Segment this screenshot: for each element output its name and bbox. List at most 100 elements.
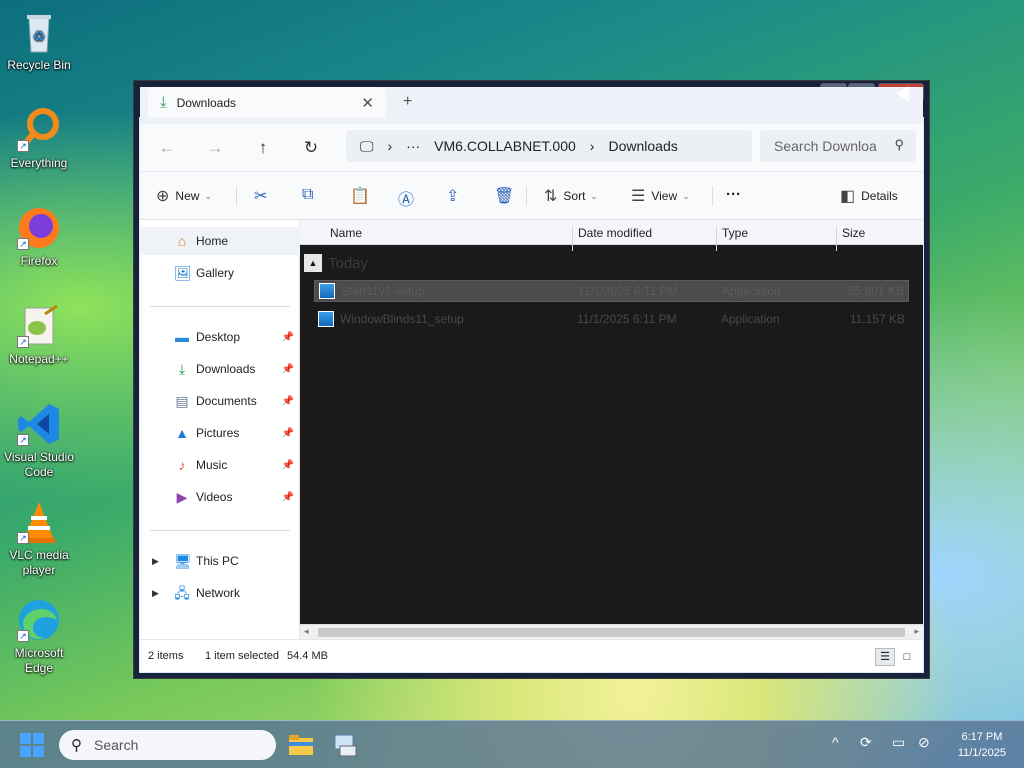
breadcrumb[interactable]: 🖵 › ··· VM6.COLLABNET.000 › Downloads — [346, 130, 752, 162]
breadcrumb-item[interactable]: Downloads — [608, 138, 677, 154]
shortcut-arrow-icon: ↗ — [17, 630, 29, 642]
new-button[interactable]: ⊕ New ⌄ — [156, 186, 212, 206]
file-explorer-taskbar-button[interactable] — [288, 732, 314, 758]
scroll-right-icon[interactable]: ▸ — [914, 626, 919, 637]
windows-logo-icon — [33, 733, 44, 744]
scroll-left-icon[interactable]: ◂ — [304, 626, 309, 637]
paste-button[interactable]: 📋 — [350, 186, 376, 206]
share-button[interactable]: ⇪ — [446, 186, 465, 206]
pin-icon[interactable]: 📌 — [282, 332, 294, 343]
copy-icon: ⧉ — [302, 186, 314, 203]
chevron-down-icon: ⌄ — [682, 190, 690, 201]
show-hidden-icons-button[interactable]: ^ — [832, 734, 839, 750]
sidebar-item-home[interactable]: ⌂ Home — [140, 227, 300, 255]
column-header-date[interactable]: Date modified — [578, 226, 652, 240]
windows-logo-icon — [33, 746, 44, 757]
group-header-today[interactable]: ▲ Today — [304, 254, 368, 272]
sidebar-item-gallery[interactable]: 🖼 Gallery — [140, 259, 300, 287]
pictures-icon: ▲ — [175, 425, 189, 441]
download-icon: ⤓ — [178, 361, 186, 377]
search-input[interactable]: Search Downloa ⚲ — [760, 130, 916, 162]
sidebar-item-videos[interactable]: ▶ Videos 📌 — [140, 483, 300, 511]
sidebar-item-desktop[interactable]: ▬ Desktop 📌 — [140, 323, 300, 351]
scrollbar-thumb[interactable] — [318, 628, 905, 637]
copy-button[interactable]: ⧉ — [302, 186, 319, 204]
windows-logo-icon — [20, 733, 31, 744]
folder-icon — [289, 735, 313, 755]
tiles-view-button[interactable]: □ — [897, 648, 917, 666]
installer-taskbar-button[interactable] — [332, 732, 358, 758]
taskbar: ⚲ Search ^ ⟳ ▭ ⊘ 6:17 PM 11/1/2025 — [0, 720, 1024, 768]
tab-downloads[interactable]: ⤓ Downloads ✕ — [148, 87, 386, 118]
computer-icon: 🖥 — [174, 553, 192, 569]
collapse-icon[interactable]: ▲ — [304, 254, 322, 272]
column-header-name[interactable]: Name — [330, 226, 362, 240]
item-count: 2 items — [148, 650, 184, 662]
refresh-button[interactable]: ↻ — [300, 137, 322, 159]
taskbar-clock[interactable]: 6:17 PM 11/1/2025 — [958, 729, 1006, 761]
divider — [150, 306, 290, 307]
view-label: View — [651, 189, 678, 203]
start-button[interactable] — [20, 733, 44, 757]
breadcrumb-overflow[interactable]: ··· — [406, 138, 420, 154]
back-button[interactable]: ← — [156, 137, 178, 159]
file-row[interactable]: Start11v2-setup 11/1/2025 6:11 PM Applic… — [314, 280, 909, 302]
sidebar-item-network[interactable]: ▶ 🖧 Network — [140, 579, 300, 607]
forward-button[interactable]: → — [204, 137, 226, 159]
sidebar-item-pictures[interactable]: ▲ Pictures 📌 — [140, 419, 300, 447]
details-pane-icon: ◧ — [840, 188, 856, 205]
network-disconnected-icon[interactable]: ⊘ — [918, 734, 930, 751]
desktop-icon-firefox[interactable]: ↗ Firefox — [2, 204, 76, 269]
taskbar-search-box[interactable]: ⚲ Search — [59, 730, 276, 760]
pin-icon[interactable]: 📌 — [282, 492, 294, 503]
chevron-right-icon[interactable]: ▶ — [152, 556, 159, 567]
more-options-button[interactable]: ··· — [726, 186, 741, 203]
pin-icon[interactable]: 📌 — [282, 396, 294, 407]
rename-button[interactable]: Ⓐ — [398, 186, 420, 210]
desktop-icon-vlc[interactable]: ↗ VLC media player — [2, 498, 76, 578]
sidebar-item-downloads[interactable]: ⤓ Downloads 📌 — [140, 355, 300, 383]
delete-button[interactable]: 🗑 — [494, 186, 520, 206]
sidebar-item-documents[interactable]: ▤ Documents 📌 — [140, 387, 300, 415]
horizontal-scrollbar[interactable]: ◂ ▸ — [300, 624, 923, 639]
file-row[interactable]: WindowBlinds11_setup 11/1/2025 6:11 PM A… — [314, 308, 909, 330]
gallery-icon: 🖼 — [174, 265, 192, 281]
tab-close-icon[interactable]: ✕ — [361, 94, 374, 112]
new-tab-button[interactable]: + — [403, 93, 412, 111]
desktop-icon-everything[interactable]: ↗ Everything — [2, 106, 76, 171]
download-icon: ⤓ — [160, 94, 167, 111]
monitor-icon: 🖵 — [360, 137, 374, 154]
chevron-right-icon[interactable]: ▶ — [152, 588, 159, 599]
display-icon[interactable]: ▭ — [892, 734, 905, 751]
sidebar-item-label: Documents — [196, 394, 257, 408]
column-divider[interactable] — [572, 226, 573, 251]
column-header-type[interactable]: Type — [722, 226, 748, 240]
breadcrumb-item[interactable]: VM6.COLLABNET.000 — [434, 138, 576, 154]
chevron-down-icon: ⌄ — [590, 190, 598, 201]
desktop-icon-vscode[interactable]: ↗ Visual Studio Code — [2, 400, 76, 480]
sidebar-item-this-pc[interactable]: ▶ 🖥 This PC — [140, 547, 300, 575]
sidebar-item-music[interactable]: ♪ Music 📌 — [140, 451, 300, 479]
details-pane-button[interactable]: ◧ Details — [840, 186, 898, 206]
column-divider[interactable] — [716, 226, 717, 251]
desktop-icon-recycle-bin[interactable]: ♻ Recycle Bin — [2, 8, 76, 73]
details-label: Details — [861, 189, 898, 203]
desktop-icon-notepadpp[interactable]: ↗ Notepad++ — [2, 302, 76, 367]
cut-button[interactable]: ✂ — [254, 186, 273, 206]
scissors-icon: ✂ — [254, 188, 268, 205]
document-icon: ▤ — [175, 393, 189, 409]
pin-icon[interactable]: 📌 — [282, 460, 294, 471]
search-icon: ⚲ — [894, 137, 904, 152]
file-explorer-window: — □ ✕ ⤓ Downloads ✕ + ← → ↑ ↻ 🖵 › ··· VM… — [133, 80, 930, 679]
up-button[interactable]: ↑ — [252, 137, 274, 159]
view-button[interactable]: ☰ View ⌄ — [631, 186, 690, 206]
details-view-button[interactable]: ☰ — [875, 648, 895, 666]
column-header-size[interactable]: Size — [842, 226, 865, 240]
sort-button[interactable]: ⇅ Sort ⌄ — [544, 186, 598, 206]
sync-icon[interactable]: ⟳ — [860, 734, 872, 751]
pin-icon[interactable]: 📌 — [282, 364, 294, 375]
file-type: Application — [722, 284, 781, 298]
pin-icon[interactable]: 📌 — [282, 428, 294, 439]
desktop-icon-edge[interactable]: ↗ Microsoft Edge — [2, 596, 76, 676]
column-divider[interactable] — [836, 226, 837, 251]
